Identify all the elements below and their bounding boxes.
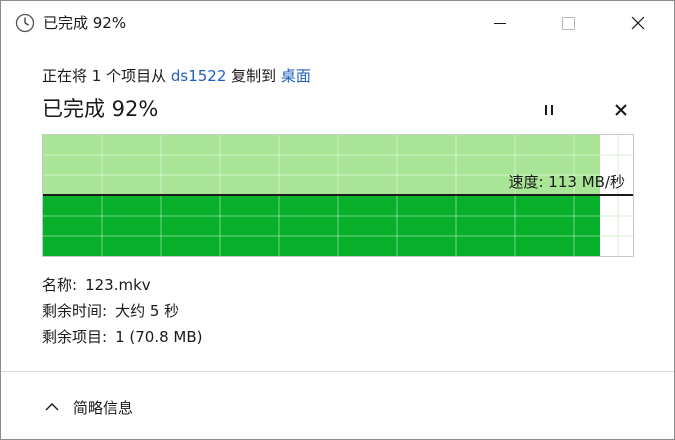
detail-time-row: 剩余时间: 大约 5 秒 <box>42 300 179 321</box>
maximize-icon <box>561 16 575 30</box>
window-title: 已完成 92% <box>43 14 127 32</box>
status-middle: 复制到 <box>226 67 281 85</box>
status-prefix: 正在将 1 个项目从 <box>42 67 171 85</box>
speed-line <box>43 194 633 196</box>
name-value: 123.mkv <box>85 276 151 294</box>
items-remaining-value: 1 (70.8 MB) <box>115 328 203 346</box>
detail-items-row: 剩余项目: 1 (70.8 MB) <box>42 326 202 347</box>
source-link[interactable]: ds1522 <box>171 67 227 85</box>
fewer-details-label: 简略信息 <box>73 398 134 417</box>
time-remaining-value: 大约 5 秒 <box>115 302 180 320</box>
pause-button[interactable] <box>535 97 563 123</box>
title-bar: 已完成 92% <box>1 1 674 45</box>
destination-link[interactable]: 桌面 <box>281 67 311 85</box>
minimize-button[interactable] <box>477 1 523 45</box>
transfer-speed-chart: 速度: 113 MB/秒 <box>42 134 634 257</box>
items-remaining-label: 剩余项目: <box>42 328 108 346</box>
copy-progress-window: 已完成 92% 正在将 1 个项目从 ds1522 复制到 桌面 已完成 92% <box>0 0 675 440</box>
maximize-button[interactable] <box>545 1 591 45</box>
detail-name-row: 名称: 123.mkv <box>42 274 151 295</box>
chevron-up-icon <box>45 403 59 411</box>
minimize-icon <box>494 22 506 24</box>
progress-heading: 已完成 92% <box>42 97 159 121</box>
time-remaining-label: 剩余时间: <box>42 302 108 320</box>
name-label: 名称: <box>42 276 78 294</box>
fewer-details-toggle[interactable]: 简略信息 <box>45 393 133 421</box>
close-icon <box>631 16 645 30</box>
footer-divider <box>1 371 674 372</box>
clock-icon <box>15 13 35 33</box>
cancel-button[interactable] <box>607 97 635 123</box>
pause-icon <box>545 105 553 115</box>
close-icon <box>615 104 627 116</box>
close-window-button[interactable] <box>615 1 661 45</box>
copy-status-text: 正在将 1 个项目从 ds1522 复制到 桌面 <box>42 65 311 86</box>
speed-label: 速度: 113 MB/秒 <box>508 173 625 191</box>
